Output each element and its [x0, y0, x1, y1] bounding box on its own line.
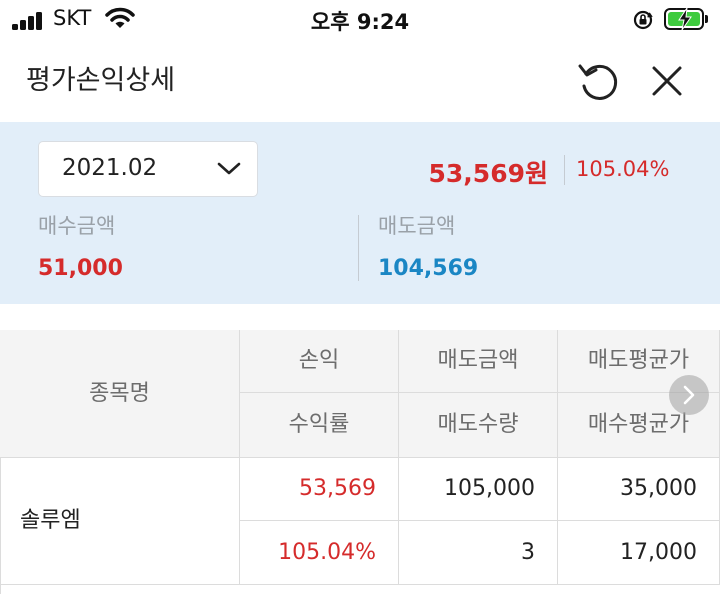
cell-return-rate: 105.04% [240, 521, 399, 585]
status-time: 오후 9:24 [310, 10, 410, 34]
chevron-down-icon [217, 162, 241, 175]
status-bar: SKT 오후 9:24 [0, 0, 720, 40]
close-icon [652, 66, 682, 96]
header-profit: 손익 [240, 330, 399, 393]
header-name: 종목명 [0, 330, 240, 458]
refresh-button[interactable] [576, 58, 622, 104]
refresh-icon [578, 64, 618, 100]
buy-amount-label: 매수금액 [38, 214, 116, 238]
chevron-right-icon [683, 385, 695, 405]
profit-amount: 53,569원 [428, 159, 548, 188]
header-return-rate: 수익률 [240, 393, 399, 458]
buy-amount-value: 51,000 [38, 256, 123, 281]
divider [358, 215, 359, 281]
page-title: 평가손익상세 [26, 65, 176, 96]
close-button[interactable] [646, 60, 688, 102]
sell-amount-value: 104,569 [378, 256, 479, 281]
summary-panel: 2021.02 53,569원 105.04% 매수금액 51,000 매도금액… [0, 122, 720, 304]
cell-sell-qty: 3 [399, 521, 558, 585]
month-value: 2021.02 [62, 155, 158, 181]
profit-rate: 105.04% [576, 157, 670, 181]
cell-sell-amount: 105,000 [399, 458, 558, 521]
cell-profit: 53,569 [240, 458, 399, 521]
battery-charging-icon [664, 8, 704, 30]
cell-sell-avg-price: 35,000 [558, 458, 720, 521]
orientation-lock-icon [633, 10, 653, 30]
sell-amount-label: 매도금액 [378, 214, 456, 238]
divider [564, 155, 565, 185]
month-select[interactable]: 2021.02 [38, 141, 258, 197]
table-row-name[interactable]: 솔루엠 [0, 458, 240, 585]
scroll-right-button[interactable] [669, 375, 709, 415]
header-sell-amount: 매도금액 [399, 330, 558, 393]
profit-table: 종목명 손익 매도금액 매도평균가 수익률 매도수량 매수평균가 솔루엠 53,… [0, 330, 720, 594]
header-sell-qty: 매도수량 [399, 393, 558, 458]
cell-buy-avg-price: 17,000 [558, 521, 720, 585]
